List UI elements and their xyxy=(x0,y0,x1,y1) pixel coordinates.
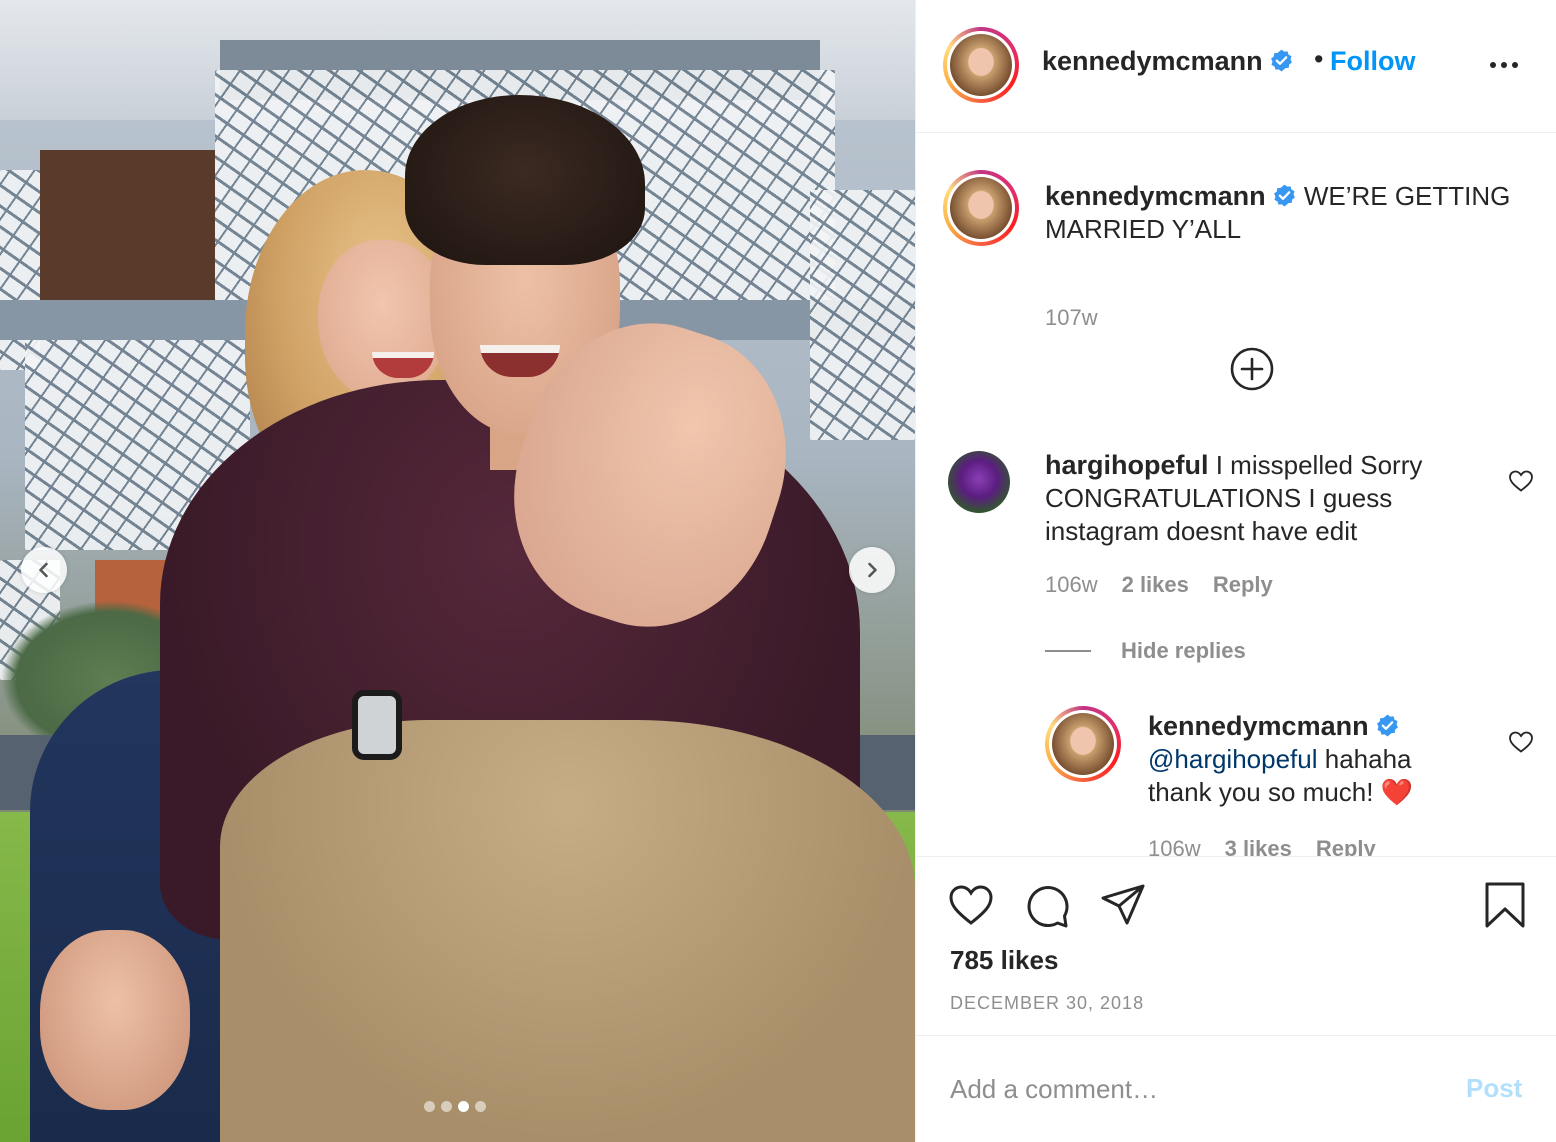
load-more-comments-button[interactable] xyxy=(1228,345,1276,393)
carousel-dot xyxy=(475,1101,486,1112)
verified-badge-icon xyxy=(1376,714,1398,737)
more-horizontal-icon xyxy=(1490,62,1496,68)
reply-username-link[interactable]: kennedymcmann xyxy=(1148,711,1400,741)
heart-emoji: ❤️ xyxy=(1380,777,1414,807)
chevron-right-icon xyxy=(868,562,877,578)
photo-window xyxy=(40,150,215,310)
verified-badge-icon xyxy=(1270,49,1292,72)
reply-avatar[interactable] xyxy=(1045,706,1121,782)
reply-reply-button[interactable]: Reply xyxy=(1316,836,1376,856)
carousel-dots xyxy=(424,1101,486,1112)
reply-text-block: kennedymcmann @hargihopeful hahaha thank … xyxy=(1148,710,1478,809)
carousel-dot xyxy=(441,1101,452,1112)
add-comment-input[interactable] xyxy=(950,1067,1430,1111)
comment-meta: 106w 2 likes Reply xyxy=(1045,572,1273,598)
photo-woman-face xyxy=(318,240,448,400)
save-button[interactable] xyxy=(1484,881,1526,929)
share-button[interactable] xyxy=(1100,883,1146,927)
hide-replies-button[interactable]: Hide replies xyxy=(1045,638,1246,664)
more-options-button[interactable] xyxy=(1484,50,1524,80)
comment-button[interactable] xyxy=(1024,883,1070,929)
photo-khakis xyxy=(220,720,915,1142)
comment-likes[interactable]: 2 likes xyxy=(1122,572,1189,598)
post-likes-count[interactable]: 785 likes xyxy=(950,945,1058,976)
header-separator: • xyxy=(1314,44,1324,74)
post-side-panel: kennedymcmann • Follow kennedymcmann WE’… xyxy=(915,0,1556,1142)
carousel-next-button[interactable] xyxy=(849,547,895,593)
comment-reply-button[interactable]: Reply xyxy=(1213,572,1273,598)
comment-text-block: hargihopeful I misspelled Sorry CONGRATU… xyxy=(1045,449,1485,548)
reply-like-button[interactable] xyxy=(1508,730,1534,754)
chevron-left-icon xyxy=(39,562,48,578)
reply-likes[interactable]: 3 likes xyxy=(1225,836,1292,856)
hide-replies-line xyxy=(1045,650,1091,652)
comment-like-button[interactable] xyxy=(1508,469,1534,493)
carousel-prev-button[interactable] xyxy=(21,547,67,593)
author-username-link[interactable]: kennedymcmann xyxy=(1042,46,1294,77)
follow-button[interactable]: Follow xyxy=(1330,46,1415,77)
photo-man-hand xyxy=(40,930,190,1110)
photo-lattice-panel xyxy=(810,190,915,440)
carousel-dot xyxy=(458,1101,469,1112)
post-comment-button[interactable]: Post xyxy=(1466,1073,1522,1104)
post-header: kennedymcmann • Follow xyxy=(916,0,1556,133)
post-date[interactable]: DECEMBER 30, 2018 xyxy=(950,993,1144,1014)
post-actions: 785 likes DECEMBER 30, 2018 xyxy=(916,856,1556,1036)
commenter-username-link[interactable]: hargihopeful xyxy=(1045,450,1209,480)
reply-mention-link[interactable]: @hargihopeful xyxy=(1148,744,1318,774)
caption-avatar[interactable] xyxy=(943,170,1019,246)
author-avatar[interactable] xyxy=(943,27,1019,103)
like-button[interactable] xyxy=(948,883,994,927)
hide-replies-label: Hide replies xyxy=(1121,638,1246,663)
reply-meta: 106w 3 likes Reply xyxy=(1148,836,1376,856)
add-comment-bar: Post xyxy=(916,1037,1556,1142)
commenter-avatar[interactable] xyxy=(948,451,1010,513)
verified-badge-icon xyxy=(1273,184,1295,207)
caption-time[interactable]: 107w xyxy=(1045,305,1098,331)
photo-watch xyxy=(352,690,402,760)
comments-list[interactable]: kennedymcmann WE’RE GETTING MARRIED Y’AL… xyxy=(916,134,1556,856)
carousel-dot xyxy=(424,1101,435,1112)
comment-time[interactable]: 106w xyxy=(1045,572,1098,598)
post-photo[interactable] xyxy=(0,0,915,1142)
caption-username-link[interactable]: kennedymcmann xyxy=(1045,181,1297,211)
reply-time[interactable]: 106w xyxy=(1148,836,1201,856)
caption-text-block: kennedymcmann WE’RE GETTING MARRIED Y’AL… xyxy=(1045,180,1525,246)
